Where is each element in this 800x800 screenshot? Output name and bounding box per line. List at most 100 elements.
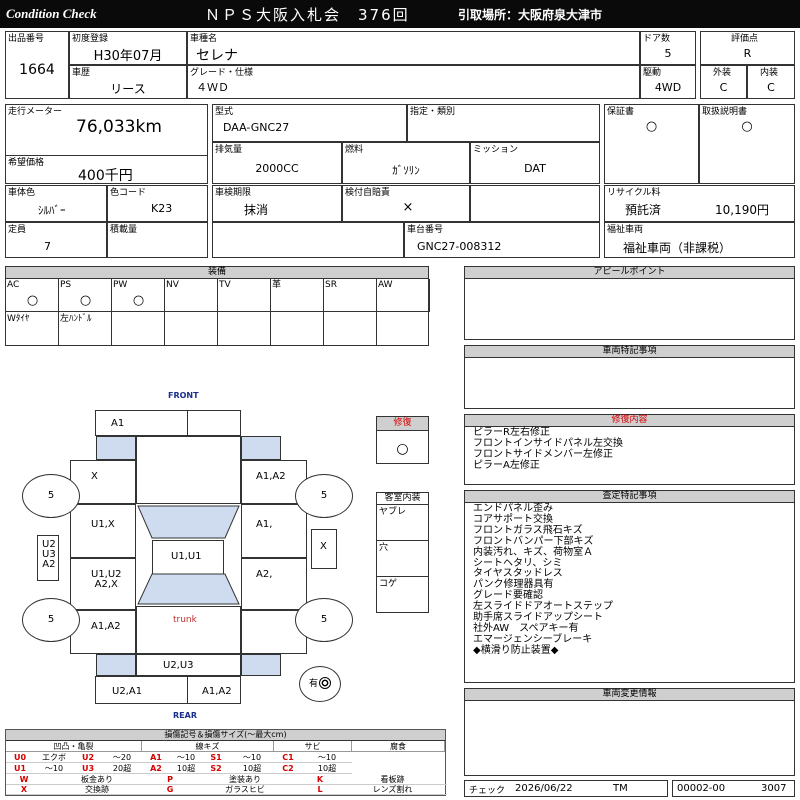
equipment-label: 左ﾊﾝﾄﾞﾙ	[60, 314, 92, 324]
legend-code: 10超	[302, 763, 352, 774]
chassis-cell: 車台番号 GNC27-008312	[404, 222, 600, 258]
legend-code: エクボ	[34, 752, 74, 763]
tire-rr: 5	[295, 598, 353, 642]
header-bar: Condition Check ＮＰＳ大阪入札会 376回 引取場所：大阪府泉大…	[0, 0, 800, 28]
lot-number: 1664	[19, 62, 55, 78]
equipment-cell: 左ﾊﾝﾄﾞﾙ	[59, 312, 112, 346]
spare-tire: 有	[299, 666, 341, 702]
equipment-cell	[271, 312, 324, 346]
legend-code: C2	[274, 763, 302, 774]
equipment-mark: ○	[132, 293, 145, 308]
equipment-cell: AC ○	[6, 279, 59, 312]
legend-code: C1	[274, 752, 302, 763]
model-cell: 型式 DAA-GNC27	[212, 104, 407, 142]
cabin-item-label: コゲ	[379, 579, 398, 589]
blank-cell-2	[212, 222, 404, 258]
panel-side-left: U2 U3 A2	[37, 535, 59, 581]
equipment-cell: SR	[324, 279, 377, 312]
legend-code: U2	[74, 752, 102, 763]
special-notes-section: 車両特記事項	[464, 345, 795, 409]
check-footer: チェック 2026/06/22 TM	[464, 780, 668, 797]
mission-cell: ミッション DAT	[470, 142, 600, 184]
capacity-cell: 定員 7	[5, 222, 107, 258]
panel-door-rr: A2,	[241, 558, 307, 610]
legend-code: A1	[142, 752, 170, 763]
panel-hood	[136, 436, 241, 504]
panel-front-bumper: A1	[95, 410, 241, 436]
equipment-label: PW	[113, 280, 128, 290]
welfare-cell: 福祉車両 福祉車両（非課税）	[604, 222, 795, 258]
int-cell: 内装 C	[747, 65, 795, 99]
equipment-label: AW	[378, 280, 393, 290]
pickup-location: 引取場所：大阪府泉大津市	[458, 8, 603, 22]
spare-icon	[319, 677, 331, 689]
price-value: 400千円	[78, 168, 133, 184]
grade-cell: グレード・仕様 ４ＷＤ	[187, 65, 640, 99]
legend-group: 線キズ	[142, 741, 274, 752]
panel-door-fl: U1,X	[70, 504, 136, 558]
color-code-cell: 色コード K23	[107, 185, 208, 222]
equipment-cell	[218, 312, 271, 346]
mileage-value: 76,033km	[76, 117, 162, 137]
cabin-item-label: ヤブレ	[379, 507, 407, 517]
displacement-cell: 排気量 2000CC	[212, 142, 342, 184]
mileage-cell: 走行メーター 76,033km 希望価格 400千円	[5, 104, 208, 184]
legend-code: A2	[142, 763, 170, 774]
cabin-item-label: 穴	[379, 543, 389, 553]
equipment-mark: ○	[26, 293, 39, 308]
legend-mark: W	[6, 775, 42, 785]
tire-fl: 5	[22, 474, 80, 518]
equipment-title: 装備	[6, 267, 428, 279]
warranty-cell: 保証書 ○	[604, 104, 699, 184]
equipment-label: 革	[272, 280, 282, 290]
brand-label: Condition Check	[6, 6, 97, 21]
appeal-section: アピールポイント	[464, 266, 795, 340]
legend-mark: 塗装あり	[188, 775, 302, 785]
legend-code: 20超	[102, 763, 142, 774]
score-cell: 評価点 R	[700, 31, 795, 65]
legend-mark: 板金あり	[42, 775, 152, 785]
equipment-cell: 革	[271, 279, 324, 312]
insurance-cell: 検付自賠責 ×	[342, 185, 470, 222]
legend-code: ～10	[302, 752, 352, 763]
manual-cell: 取扱説明書 ○	[699, 104, 795, 184]
score-value: R	[743, 47, 752, 60]
legend-mark: レンズ割れ	[338, 785, 447, 795]
equipment-cell	[112, 312, 165, 346]
drive-cell: 駆動 4WD	[640, 65, 696, 99]
equipment-cell: AW	[377, 279, 430, 312]
car-name: セレナ	[196, 48, 238, 64]
note-line: フロントバンパー下部キズ	[473, 535, 594, 547]
legend-mark: P	[152, 775, 188, 785]
note-line: ピラーA左修正	[473, 459, 540, 471]
equipment-cell: NV	[165, 279, 218, 312]
legend-code: U3	[74, 763, 102, 774]
blank-cell	[470, 185, 600, 222]
legend-code: ～20	[102, 752, 142, 763]
assessment-lines: エンドパネル歪み コアサポート交換 フロントガラス飛石キズ フロントバンパー下部キズ内…	[473, 503, 613, 657]
panel-side-right: X	[311, 529, 337, 569]
doors-cell: ドア数 5	[640, 31, 696, 65]
tire-fr: 5	[295, 474, 353, 518]
equipment-label: AC	[7, 280, 20, 290]
equipment-table: 装備 AC ○ PS ○ PW ○ NV TV 革 SR AW Wﾀｲﾔ 左ﾊﾝﾄﾞﾙ	[5, 266, 430, 346]
equipment-label: SR	[325, 280, 337, 290]
change-info-section: 車両変更情報	[464, 688, 795, 776]
panel-door-rl: U1,U2 A2,X	[70, 558, 136, 610]
equipment-cell: PW ○	[112, 279, 165, 312]
equipment-label: NV	[166, 280, 179, 290]
check-date: 2026/06/22	[515, 783, 573, 794]
legend-code: S1	[202, 752, 230, 763]
car-name-cell: 車種名 セレナ	[187, 31, 640, 65]
legend-code: U0	[6, 752, 34, 763]
windshield-area	[137, 505, 240, 605]
equipment-cell	[324, 312, 377, 346]
legend-code: 10超	[170, 763, 202, 774]
legend-group: サビ	[274, 741, 352, 752]
history-cell: 車歴 リース	[69, 65, 187, 99]
panel-rear-gate: U2,U3	[136, 654, 241, 676]
legend-mark: X	[6, 785, 42, 795]
equipment-label: PS	[60, 280, 72, 290]
cabin-item: 穴	[377, 541, 428, 577]
cabin-item: コゲ	[377, 577, 428, 613]
